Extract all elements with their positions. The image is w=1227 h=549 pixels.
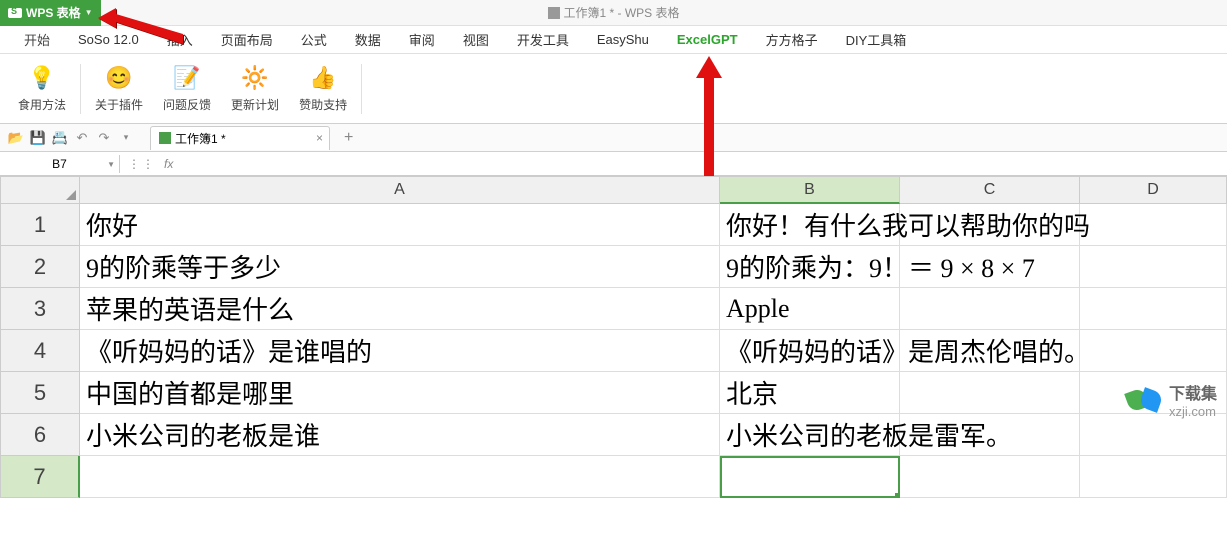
cell-B5[interactable]: 北京 xyxy=(720,372,900,414)
cell-D4[interactable] xyxy=(1080,330,1227,372)
ribbon-usage-label: 食用方法 xyxy=(18,96,66,113)
separator xyxy=(80,64,81,114)
file-tab[interactable]: 工作簿1 * × xyxy=(150,126,330,150)
cell-A6[interactable]: 小米公司的老板是谁 xyxy=(80,414,720,456)
row-header-2[interactable]: 2 xyxy=(0,246,80,288)
chevron-down-icon[interactable]: ▼ xyxy=(85,8,93,17)
annotation-arrow-1 xyxy=(98,4,188,59)
ribbon-feedback-label: 问题反馈 xyxy=(163,96,211,113)
quick-access-row: 📂 💾 📇 ↶ ↷ ▾ 工作簿1 * × + xyxy=(0,124,1227,152)
cell-C5[interactable] xyxy=(900,372,1080,414)
watermark-text: 下载集 xzji.com xyxy=(1169,380,1217,419)
chevron-down-icon[interactable]: ▼ xyxy=(107,160,115,169)
menu-excelgpt[interactable]: ExcelGPT xyxy=(663,26,752,54)
note-icon: 📝 xyxy=(173,64,201,92)
row-header-3[interactable]: 3 xyxy=(0,288,80,330)
col-header-D[interactable]: D xyxy=(1080,176,1227,204)
row-header-5[interactable]: 5 xyxy=(0,372,80,414)
ribbon-about-label: 关于插件 xyxy=(95,96,143,113)
cell-A3[interactable]: 苹果的英语是什么 xyxy=(80,288,720,330)
cell-B3[interactable]: Apple xyxy=(720,288,900,330)
thumbsup-icon: 👍 xyxy=(309,64,337,92)
cell-A2[interactable]: 9的阶乘等于多少 xyxy=(80,246,720,288)
formula-bar: B7 ▼ ⋮⋮ fx xyxy=(0,152,1227,176)
col-header-A[interactable]: A xyxy=(80,176,720,204)
fx-icon[interactable]: fx xyxy=(164,157,173,171)
ribbon-feedback[interactable]: 📝 问题反馈 xyxy=(153,60,221,117)
menu-start[interactable]: 开始 xyxy=(10,26,64,54)
menu-review[interactable]: 审阅 xyxy=(395,26,449,54)
cell-reference-box[interactable]: B7 ▼ xyxy=(0,155,120,173)
cell-D7[interactable] xyxy=(1080,456,1227,498)
cell-A1[interactable]: 你好 xyxy=(80,204,720,246)
dots-icon[interactable]: ⋮⋮ xyxy=(128,157,156,171)
cell-reference-value: B7 xyxy=(52,157,67,171)
cell-C7[interactable] xyxy=(900,456,1080,498)
row-header-4[interactable]: 4 xyxy=(0,330,80,372)
app-badge[interactable]: WPS 表格 ▼ xyxy=(0,0,101,26)
col-header-B[interactable]: B xyxy=(720,176,900,204)
menu-pagelayout[interactable]: 页面布局 xyxy=(207,26,287,54)
cell-D6[interactable] xyxy=(1080,414,1227,456)
menu-devtools[interactable]: 开发工具 xyxy=(503,26,583,54)
window-title-text: 工作簿1 * - WPS 表格 xyxy=(563,4,679,21)
spreadsheet-icon xyxy=(159,132,171,144)
cell-A5[interactable]: 中国的首都是哪里 xyxy=(80,372,720,414)
cell-B4[interactable]: 《听妈妈的话》是周杰伦唱的。 xyxy=(720,330,900,372)
spreadsheet-grid: A B C D 1 你好 你好！有什么我可以帮助你的吗 2 9的阶乘等于多少 9… xyxy=(0,176,1227,498)
file-tab-label: 工作簿1 * xyxy=(175,130,226,147)
watermark-brand: 下载集 xyxy=(1169,380,1217,404)
window-title: 工作簿1 * - WPS 表格 xyxy=(547,4,679,21)
ribbon-sponsor-label: 赞助支持 xyxy=(299,96,347,113)
watermark: 下载集 xzji.com xyxy=(1127,380,1217,419)
cell-A4[interactable]: 《听妈妈的话》是谁唱的 xyxy=(80,330,720,372)
cell-D3[interactable] xyxy=(1080,288,1227,330)
menu-data[interactable]: 数据 xyxy=(341,26,395,54)
menu-easyshu[interactable]: EasyShu xyxy=(583,26,663,54)
undo-icon[interactable]: ↶ xyxy=(74,130,90,146)
cell-B1[interactable]: 你好！有什么我可以帮助你的吗 xyxy=(720,204,900,246)
close-icon[interactable]: × xyxy=(316,131,323,145)
col-header-C[interactable]: C xyxy=(900,176,1080,204)
row-header-6[interactable]: 6 xyxy=(0,414,80,456)
print-icon[interactable]: 📇 xyxy=(52,130,68,146)
lightbulb-icon: 💡 xyxy=(28,64,56,92)
ribbon-about[interactable]: 😊 关于插件 xyxy=(85,60,153,117)
redo-icon[interactable]: ↷ xyxy=(96,130,112,146)
select-all-corner[interactable] xyxy=(0,176,80,204)
watermark-logo-icon xyxy=(1127,382,1163,418)
fx-area: ⋮⋮ fx xyxy=(120,157,181,171)
cell-A7[interactable] xyxy=(80,456,720,498)
cell-B7-active[interactable] xyxy=(720,456,900,498)
ribbon: 💡 食用方法 😊 关于插件 📝 问题反馈 🔆 更新计划 👍 赞助支持 xyxy=(0,54,1227,124)
more-icon[interactable]: ▾ xyxy=(118,130,134,146)
menu-view[interactable]: 视图 xyxy=(449,26,503,54)
row-header-7[interactable]: 7 xyxy=(0,456,80,498)
menu-diy[interactable]: DIY工具箱 xyxy=(832,26,921,54)
menu-formula[interactable]: 公式 xyxy=(287,26,341,54)
ribbon-update-label: 更新计划 xyxy=(231,96,279,113)
cell-D1[interactable] xyxy=(1080,204,1227,246)
document-icon xyxy=(547,7,559,19)
cell-C3[interactable] xyxy=(900,288,1080,330)
menu-ffgz[interactable]: 方方格子 xyxy=(752,26,832,54)
sun-icon: 🔆 xyxy=(241,64,269,92)
app-logo-icon xyxy=(8,8,22,18)
ribbon-update[interactable]: 🔆 更新计划 xyxy=(221,60,289,117)
app-name: WPS 表格 xyxy=(26,4,81,21)
watermark-url: xzji.com xyxy=(1169,404,1217,419)
cell-D2[interactable] xyxy=(1080,246,1227,288)
cell-B6[interactable]: 小米公司的老板是雷军。 xyxy=(720,414,900,456)
save-icon[interactable]: 💾 xyxy=(30,130,46,146)
separator xyxy=(361,64,362,114)
annotation-arrow-2 xyxy=(694,56,724,181)
ribbon-usage[interactable]: 💡 食用方法 xyxy=(8,60,76,117)
add-tab-button[interactable]: + xyxy=(338,129,359,147)
smile-icon: 😊 xyxy=(105,64,133,92)
cell-B2[interactable]: 9的阶乘为：9！＝ 9 × 8 × 7 xyxy=(720,246,900,288)
ribbon-sponsor[interactable]: 👍 赞助支持 xyxy=(289,60,357,117)
quick-access-icons: 📂 💾 📇 ↶ ↷ ▾ xyxy=(0,130,142,146)
open-icon[interactable]: 📂 xyxy=(8,130,24,146)
row-header-1[interactable]: 1 xyxy=(0,204,80,246)
